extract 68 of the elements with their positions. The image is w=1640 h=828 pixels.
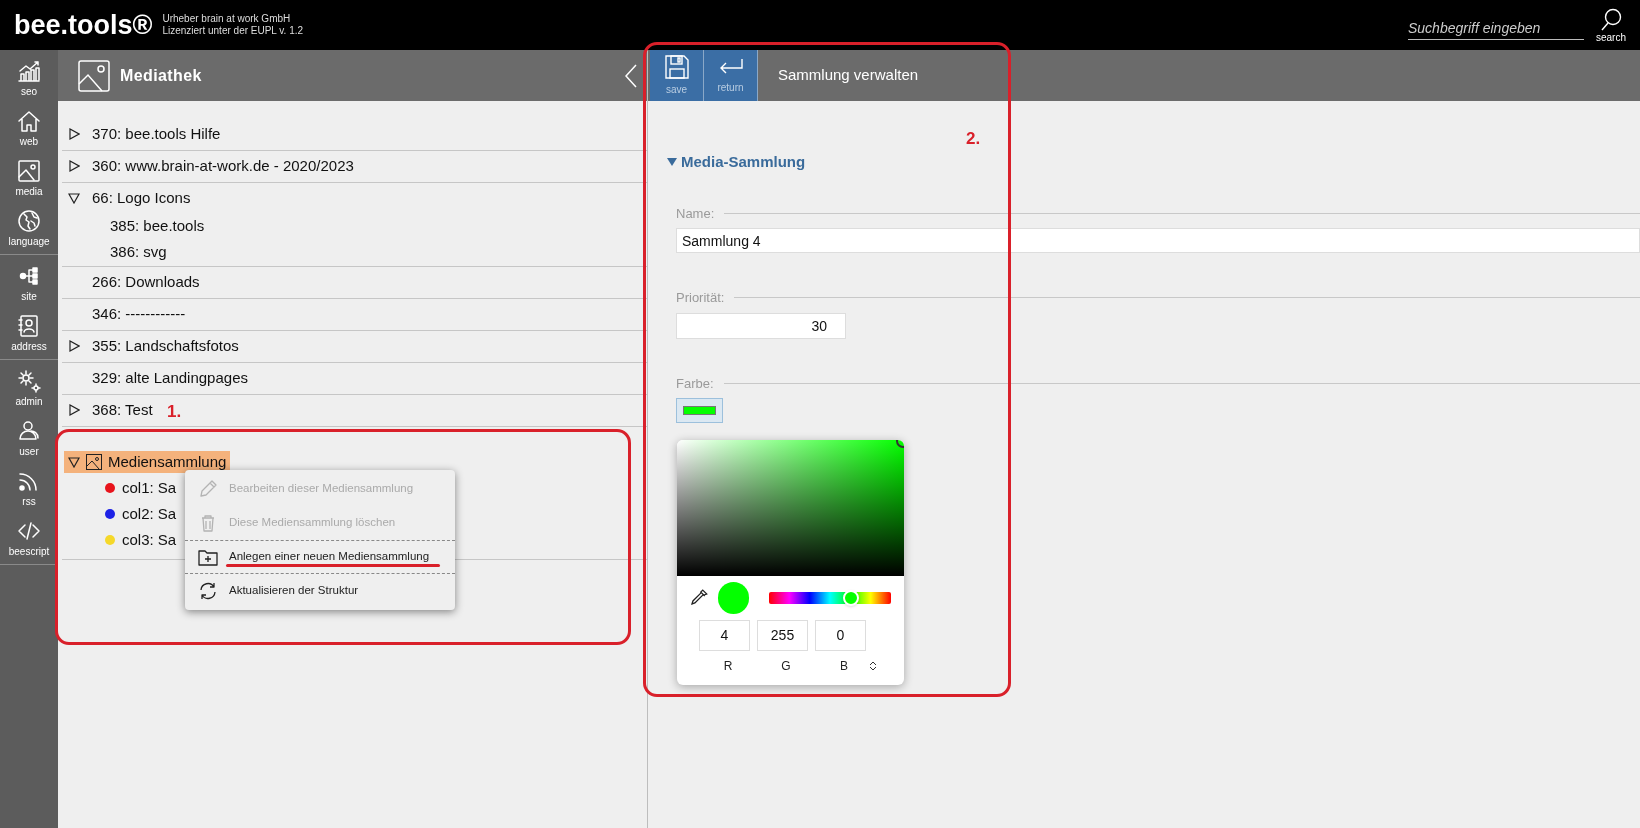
sidebar-item[interactable]: seo [0, 52, 58, 102]
channel-field[interactable]: 0 [815, 619, 866, 651]
search-button[interactable]: search [1596, 7, 1626, 43]
spinner-icon[interactable] [869, 659, 877, 672]
sidebar-item[interactable]: language [0, 202, 58, 252]
expand-icon[interactable] [68, 404, 80, 416]
collapse-icon[interactable] [68, 192, 80, 204]
tree-item[interactable]: 355: Landschaftsfotos [92, 334, 239, 358]
section-toggle[interactable]: Media-Sammlung [667, 151, 806, 174]
refresh-icon [197, 580, 219, 602]
name-field[interactable]: Sammlung 4 [676, 228, 1640, 253]
color-swatch-button[interactable] [676, 398, 723, 423]
globe-icon [15, 207, 43, 235]
channel-label: G [780, 657, 792, 675]
menu-item[interactable]: Aktualisieren der Struktur [185, 574, 455, 608]
tree-item[interactable]: 368: Test [92, 398, 153, 422]
tree-item[interactable]: 346: ------------ [92, 302, 186, 326]
color-preview [717, 581, 750, 614]
tree-item[interactable]: col3: Sa [122, 528, 177, 552]
editor-title: Sammlung verwalten [778, 65, 919, 86]
expand-icon[interactable] [68, 128, 80, 140]
sidebar-item[interactable]: media [0, 152, 58, 202]
sidebar-item[interactable]: admin [0, 362, 58, 412]
collapse-icon[interactable] [68, 456, 80, 468]
sidebar-item[interactable]: user [0, 412, 58, 462]
tree-item[interactable]: 360: www.brain-at-work.de - 2020/2023 [92, 154, 354, 178]
expand-icon[interactable] [68, 160, 80, 172]
sidebar-item[interactable]: beescript [0, 512, 58, 562]
pencil-icon [197, 478, 219, 500]
priority-field[interactable]: 30 [676, 312, 846, 339]
tree-item[interactable]: col2: Sa [122, 502, 177, 526]
tree-item[interactable]: 370: bee.tools Hilfe [92, 122, 221, 146]
sidebar-item[interactable]: address [0, 307, 58, 357]
eyedropper-icon[interactable] [690, 588, 708, 607]
logo: bee.tools® [14, 11, 153, 39]
tree-item[interactable]: 66: Logo Icons [92, 186, 191, 210]
field-label: Priorität: [676, 289, 725, 307]
chevron-left-icon[interactable] [625, 63, 637, 88]
caret-down-icon [667, 157, 677, 168]
field-label: Name: [676, 204, 715, 223]
search-icon [1600, 7, 1622, 32]
annotation-label: 2. [966, 128, 981, 150]
hue-slider[interactable] [769, 591, 891, 604]
sidebar-item[interactable]: web [0, 102, 58, 152]
credit-text: Urheber brain at work GmbH [162, 13, 292, 25]
sidebar-item[interactable]: rss [0, 462, 58, 512]
tree-item[interactable]: 266: Downloads [92, 270, 200, 294]
channel-field[interactable]: 255 [757, 619, 808, 651]
search-field[interactable]: Suchbegriff eingeben [1408, 16, 1584, 40]
tree-item[interactable]: col1: Sa [122, 476, 177, 500]
tree-item[interactable]: 385: bee.tools [110, 214, 205, 238]
field-label: Farbe: [676, 374, 714, 393]
annotation-label: 1. [167, 401, 182, 423]
image-icon [15, 157, 43, 185]
channel-label: B [839, 657, 849, 675]
credit-text: Lizenziert unter der EUPL v. 1.2 [162, 25, 304, 37]
image-icon [78, 59, 110, 92]
tree-item[interactable]: 329: alte Landingpages [92, 366, 248, 390]
expand-icon[interactable] [68, 340, 80, 352]
image-icon [86, 454, 102, 470]
panel-title: Mediathek [120, 65, 202, 86]
slider-thumb[interactable] [842, 589, 859, 606]
tree-item[interactable]: Mediensammlung [64, 451, 231, 473]
saturation-area[interactable] [677, 439, 904, 576]
channel-label: R [722, 657, 734, 675]
sidebar-item[interactable]: site [0, 257, 58, 307]
tree-item[interactable]: 386: svg [110, 240, 167, 264]
channel-field[interactable]: 4 [699, 619, 750, 651]
